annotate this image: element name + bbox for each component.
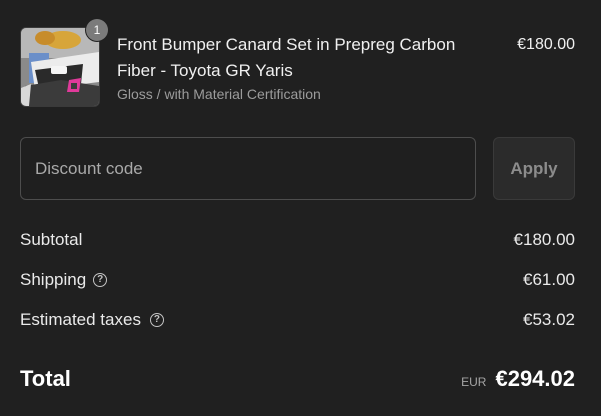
total-label: Total [20, 366, 71, 391]
currency-code: EUR [461, 375, 487, 389]
taxes-help-icon[interactable]: ? [149, 313, 164, 327]
product-variant: Gloss / with Material Certification [117, 86, 321, 102]
total-row: Total EUR €294.02 [20, 363, 575, 395]
subtotal-row: Subtotal €180.00 [20, 228, 575, 252]
total-value: €294.02 [495, 366, 575, 391]
shipping-value: €61.00 [523, 270, 575, 289]
product-photo-icon [21, 28, 99, 106]
shipping-row: Shipping ? €61.00 [20, 268, 575, 292]
discount-code-input[interactable] [20, 137, 476, 200]
line-item: 1 Front Bumper Canard Set in Prepreg Car… [20, 19, 575, 107]
product-thumbnail [20, 27, 100, 107]
taxes-row: Estimated taxes ? €53.02 [20, 308, 575, 332]
apply-discount-button[interactable]: Apply [493, 137, 575, 200]
total-amount: EUR €294.02 [461, 363, 575, 398]
product-price: €180.00 [517, 36, 575, 53]
shipping-label: Shipping [20, 270, 87, 289]
taxes-label: Estimated taxes [20, 310, 141, 329]
shipping-help-icon[interactable]: ? [93, 273, 108, 287]
subtotal-label: Subtotal [20, 230, 83, 249]
product-thumbnail-wrap: 1 [20, 19, 108, 107]
product-title: Front Bumper Canard Set in Prepreg Carbo… [117, 35, 456, 80]
taxes-value: €53.02 [523, 310, 575, 329]
quantity-badge: 1 [86, 19, 108, 41]
order-summary-panel: 1 Front Bumper Canard Set in Prepreg Car… [0, 0, 601, 416]
subtotal-value: €180.00 [513, 230, 575, 249]
